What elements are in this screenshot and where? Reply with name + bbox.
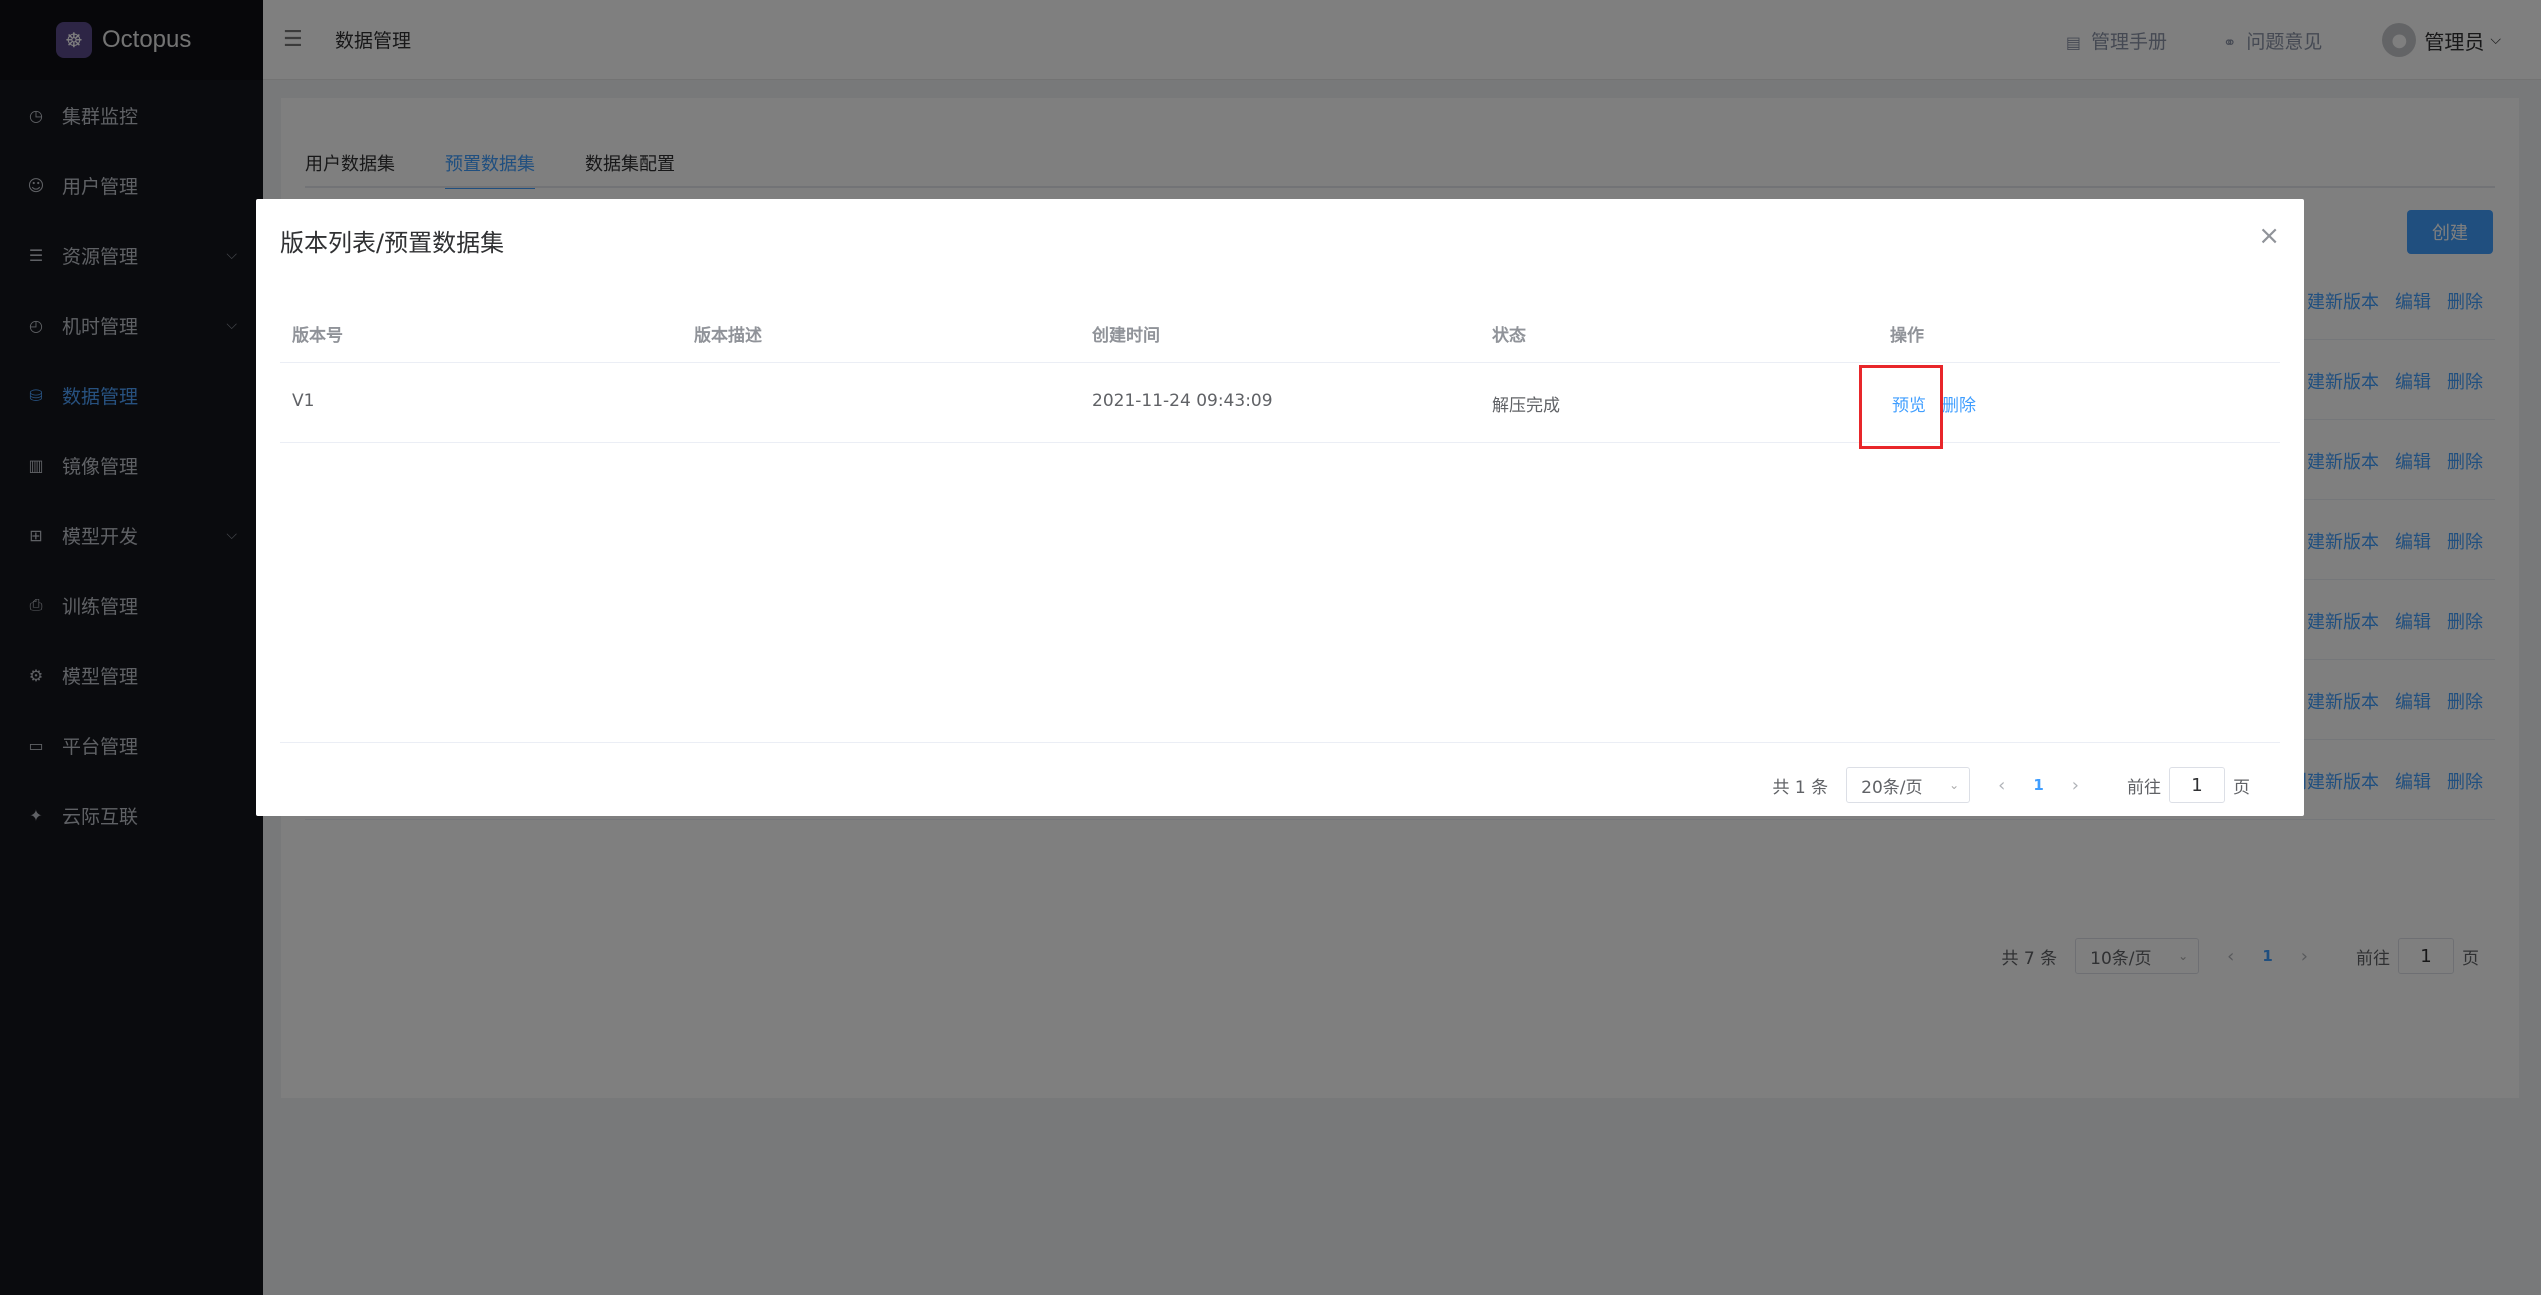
table-row: V1 2021-11-24 09:43:09 解压完成 预览 删除 bbox=[280, 363, 2280, 443]
column-header: 状态 bbox=[1492, 326, 1526, 346]
table-header: 版本号 版本描述 创建时间 状态 操作 bbox=[280, 299, 2280, 363]
dialog-title: 版本列表/预置数据集 bbox=[280, 229, 505, 257]
page-unit: 页 bbox=[2233, 777, 2250, 798]
version-list-dialog: 版本列表/预置数据集 × 版本号 版本描述 创建时间 状态 操作 V1 2021-11-2… bbox=[256, 199, 2304, 816]
goto-page-input[interactable]: 1 bbox=[2169, 767, 2225, 803]
delete-link[interactable]: 删除 bbox=[1942, 391, 1976, 416]
column-header: 操作 bbox=[1890, 326, 1924, 346]
version-table: 版本号 版本描述 创建时间 状态 操作 V1 2021-11-24 09:43:09 解压完… bbox=[280, 299, 2280, 443]
cell-version: V1 bbox=[292, 391, 315, 411]
next-page-icon[interactable]: › bbox=[2072, 775, 2079, 796]
page-size-select[interactable]: 20条/页 ⌄ bbox=[1846, 767, 1971, 803]
chevron-down-icon: ⌄ bbox=[1949, 778, 1960, 792]
cell-status: 解压完成 bbox=[1492, 396, 1560, 416]
preview-highlight-box bbox=[1859, 365, 1943, 449]
pager-total: 共 1 条 bbox=[1772, 777, 1829, 798]
goto-label: 前往 bbox=[2127, 777, 2161, 798]
dialog-pagination: 共 1 条 20条/页 ⌄ ‹ 1 › 前往 1 页 bbox=[1773, 767, 2250, 803]
close-icon[interactable]: × bbox=[2258, 221, 2280, 251]
column-header: 版本描述 bbox=[694, 326, 762, 346]
dialog-divider bbox=[280, 742, 2280, 743]
page-size-value: 20条/页 bbox=[1861, 777, 1923, 798]
prev-page-icon[interactable]: ‹ bbox=[1998, 775, 2005, 796]
table-body: V1 2021-11-24 09:43:09 解压完成 预览 删除 bbox=[280, 363, 2280, 443]
page-number[interactable]: 1 bbox=[2033, 776, 2043, 794]
column-header: 创建时间 bbox=[1092, 326, 1160, 346]
cell-time: 2021-11-24 09:43:09 bbox=[1092, 391, 1273, 411]
column-header: 版本号 bbox=[292, 326, 343, 346]
